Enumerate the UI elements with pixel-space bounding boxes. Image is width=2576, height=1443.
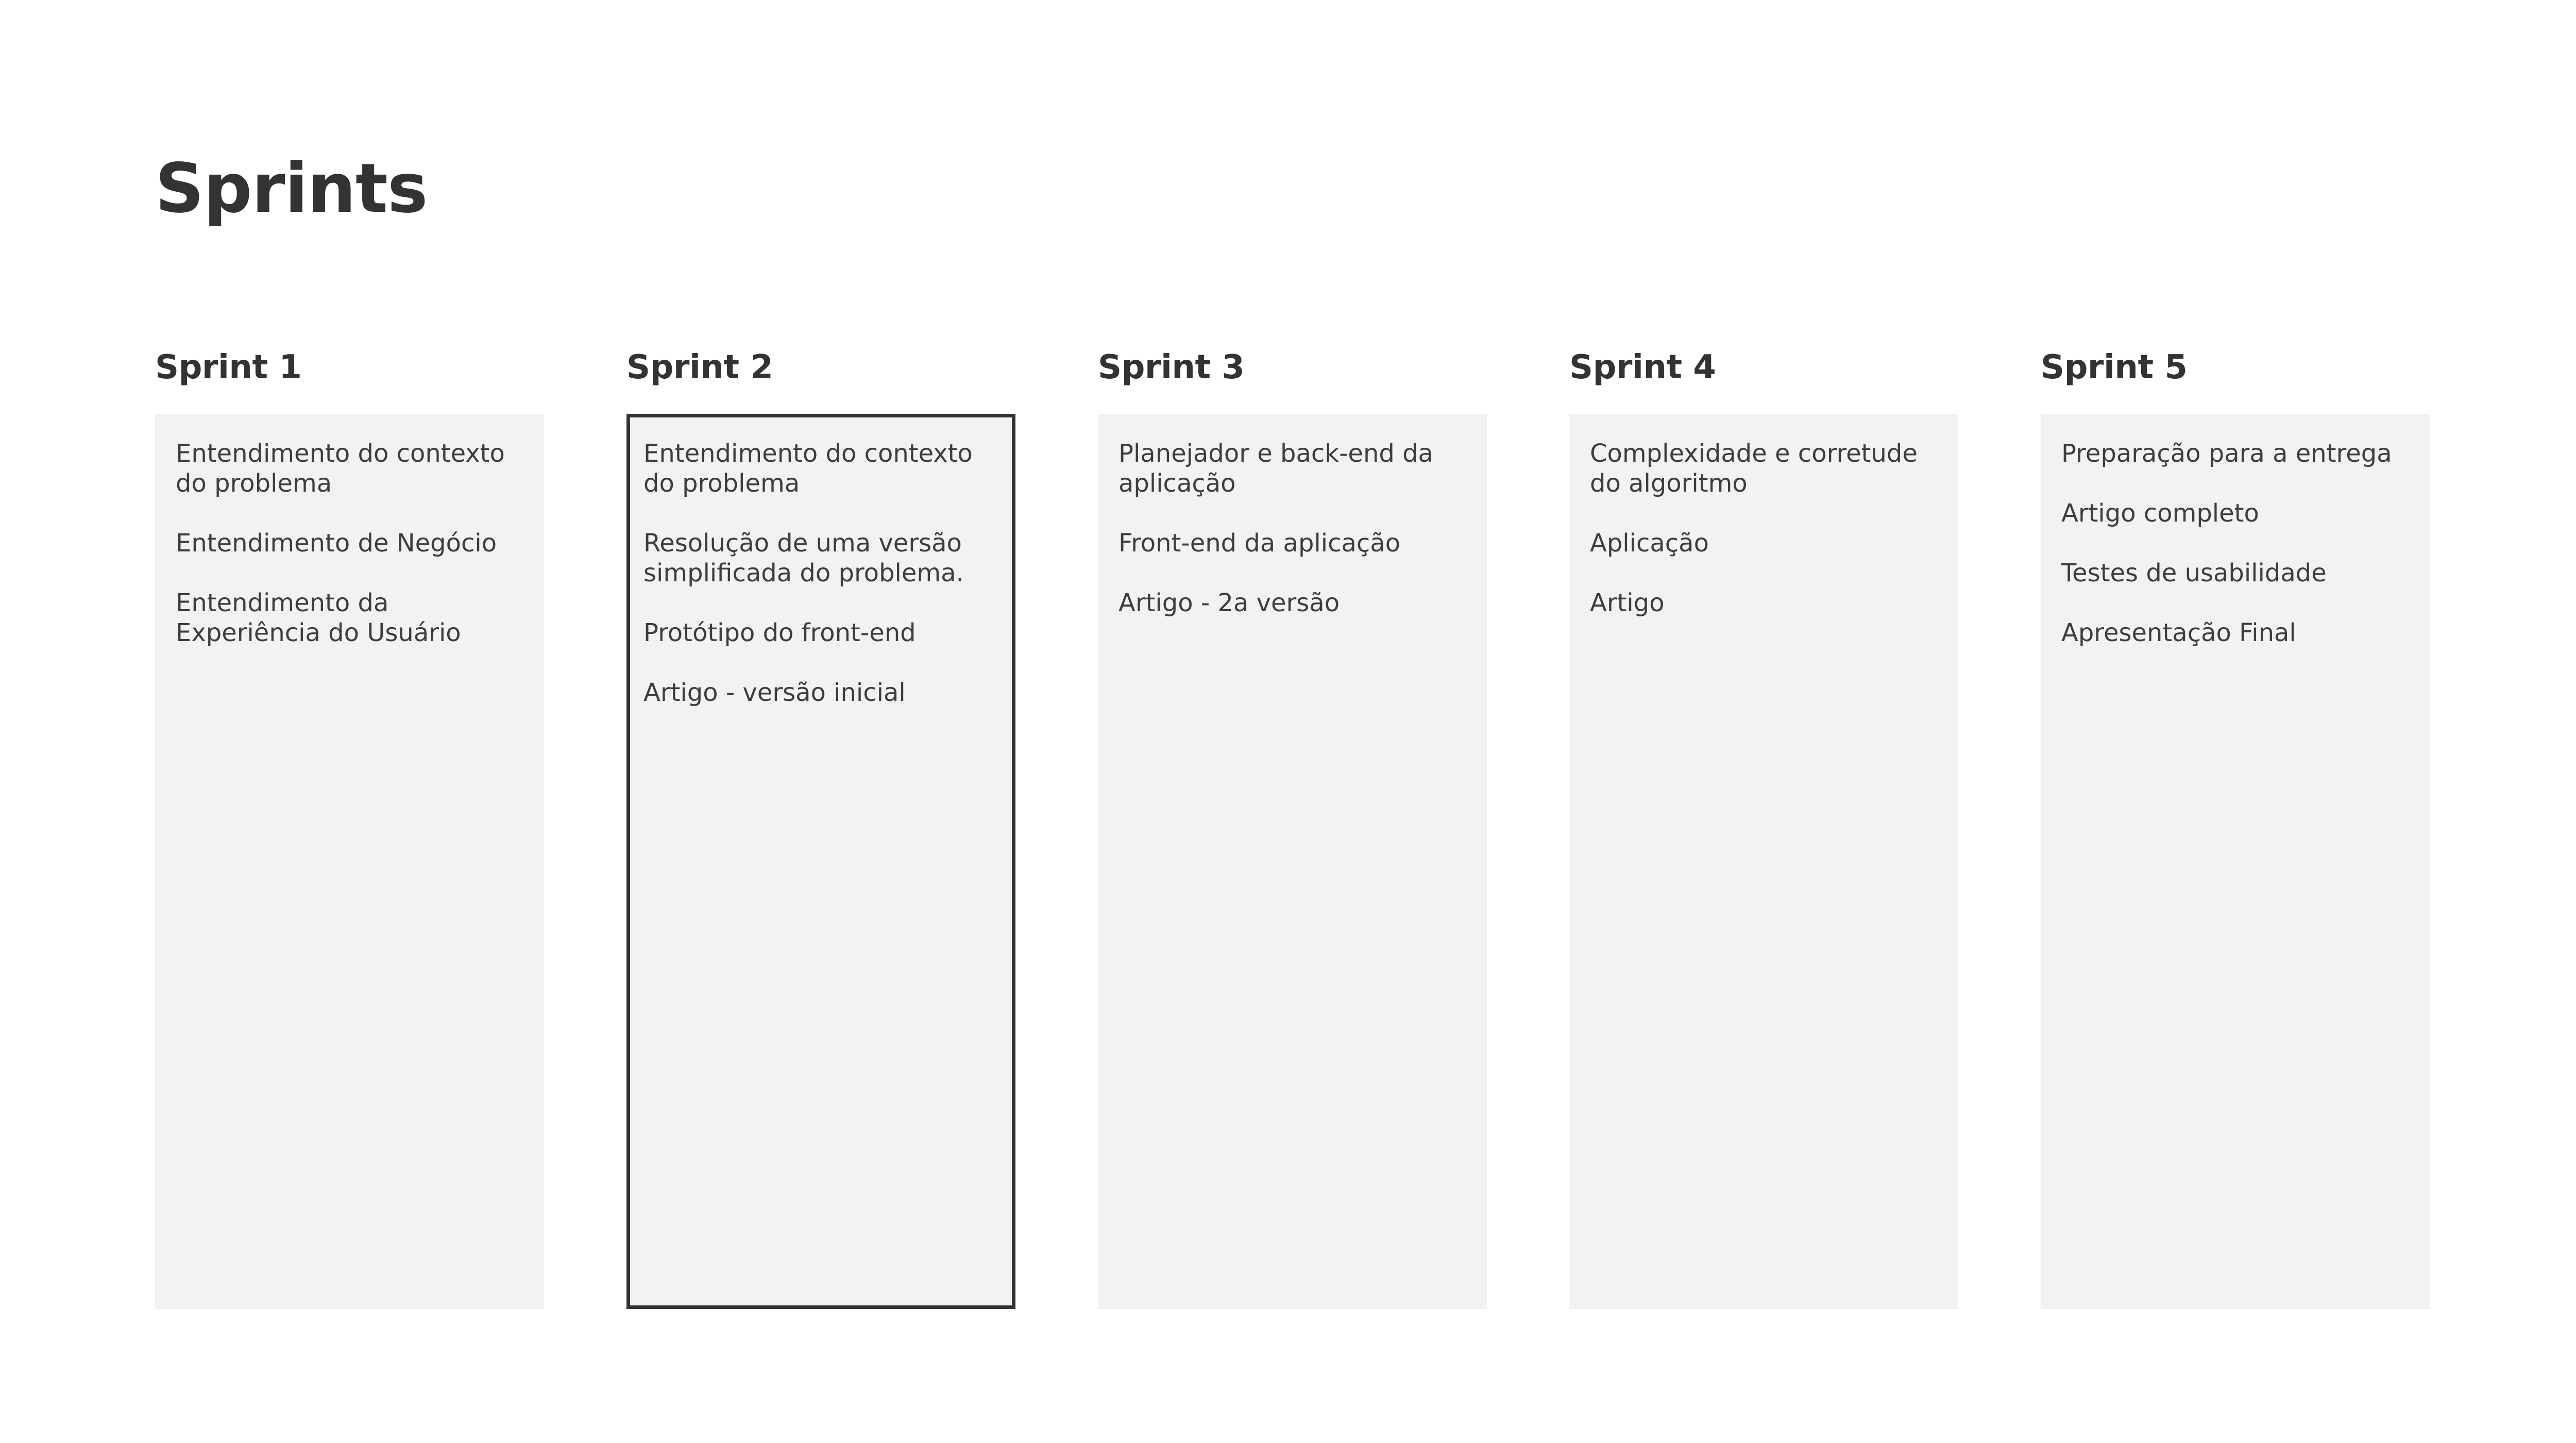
sprint-board: Sprint 1 Entendimento do contexto do pro… xyxy=(155,348,2432,1309)
task-item[interactable]: Artigo completo xyxy=(2061,498,2409,528)
sprint-title: Sprint 1 xyxy=(155,348,302,387)
sprint-title: Sprint 4 xyxy=(1569,348,1716,387)
task-item[interactable]: Testes de usabilidade xyxy=(2061,558,2409,588)
task-item[interactable]: Apresentação Final xyxy=(2061,618,2409,648)
sprint-column-4: Sprint 4 Complexidade e corretude do alg… xyxy=(1569,348,1958,1309)
page-title: Sprints xyxy=(155,149,428,228)
sprint-card[interactable]: Planejador e back-end da aplicação Front… xyxy=(1098,414,1487,1309)
task-item[interactable]: Protótipo do front-end xyxy=(643,618,998,648)
task-item[interactable]: Entendimento de Negócio xyxy=(176,528,523,558)
sprint-title: Sprint 5 xyxy=(2041,348,2188,387)
sprint-column-1: Sprint 1 Entendimento do contexto do pro… xyxy=(155,348,544,1309)
sprint-title: Sprint 3 xyxy=(1098,348,1245,387)
task-item[interactable]: Artigo - versão inicial xyxy=(643,678,998,708)
task-item[interactable]: Artigo xyxy=(1590,588,1938,618)
task-item[interactable]: Aplicação xyxy=(1590,528,1938,558)
task-item[interactable]: Resolução de uma versão simplificada do … xyxy=(643,528,998,588)
sprint-column-3: Sprint 3 Planejador e back-end da aplica… xyxy=(1098,348,1487,1309)
task-item[interactable]: Entendimento do contexto do problema xyxy=(176,439,523,498)
task-item[interactable]: Front-end da aplicação xyxy=(1118,528,1466,558)
sprint-card[interactable]: Entendimento do contexto do problema Ent… xyxy=(155,414,544,1309)
task-item[interactable]: Entendimento da Experiência do Usuário xyxy=(176,588,523,648)
sprint-card[interactable]: Preparação para a entrega Artigo complet… xyxy=(2041,414,2430,1309)
sprint-card[interactable]: Complexidade e corretude do algoritmo Ap… xyxy=(1569,414,1958,1309)
sprint-column-5: Sprint 5 Preparação para a entrega Artig… xyxy=(2041,348,2430,1309)
task-item[interactable]: Planejador e back-end da aplicação xyxy=(1118,439,1466,498)
task-item[interactable]: Artigo - 2a versão xyxy=(1118,588,1466,618)
sprint-title: Sprint 2 xyxy=(626,348,773,387)
task-item[interactable]: Preparação para a entrega xyxy=(2061,439,2409,468)
sprint-column-2: Sprint 2 Entendimento do contexto do pro… xyxy=(626,348,1015,1309)
task-item[interactable]: Entendimento do contexto do problema xyxy=(643,439,998,498)
sprint-card-selected[interactable]: Entendimento do contexto do problema Res… xyxy=(626,414,1015,1309)
task-item[interactable]: Complexidade e corretude do algoritmo xyxy=(1590,439,1938,498)
